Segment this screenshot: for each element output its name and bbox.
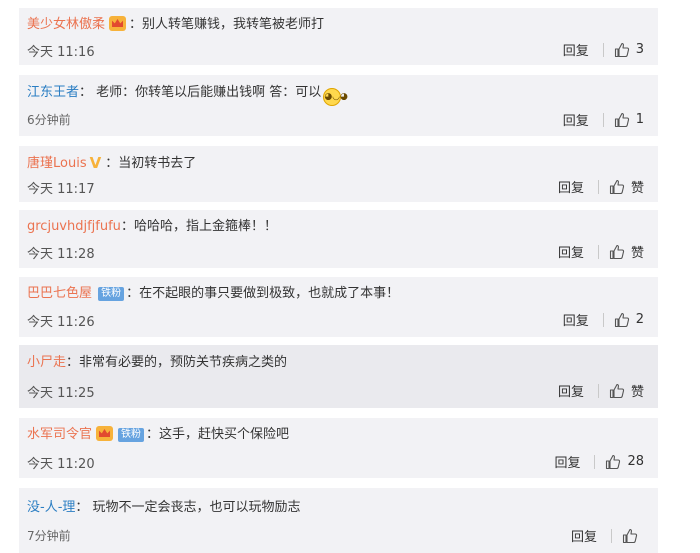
comment-card: 没-人-理： 玩物不一定会丧志，也可以玩物励志 7分钟前 回复 <box>19 488 658 553</box>
comment-line: grcjuvhdjfjfufu：哈哈哈，指上金箍棒！！ <box>27 218 277 236</box>
thumbs-up-icon[interactable] <box>609 179 625 195</box>
comment-line: 江东王者： 老师：你转笔以后能赚出钱啊 答：可以 ◕◡◕ <box>27 84 348 106</box>
like-count: 28 <box>627 454 644 469</box>
colon: ： <box>75 500 89 515</box>
fan-badge: 铁粉 <box>118 428 145 442</box>
divider <box>602 312 604 327</box>
comment-actions: 回复 3 <box>563 40 644 59</box>
comment-line: 水军司令官 铁粉 ：这手，赶快买个保险吧 <box>27 426 289 444</box>
like-count: 3 <box>635 42 644 57</box>
like-button-label[interactable]: 赞 <box>631 381 644 400</box>
crown-badge-icon <box>96 426 114 441</box>
comment-text: 哈哈哈，指上金箍棒！！ <box>133 219 277 234</box>
comment-card: 巴巴七色屋 铁粉 ：在不起眼的事只要做到极致，也就成了本事！ 今天 11:26 回… <box>19 277 658 337</box>
thumbs-up-icon[interactable] <box>614 112 630 128</box>
crown-badge-icon <box>109 16 127 31</box>
comment-card: 小尸走：非常有必要的，预防关节疾病之类的 今天 11:25 回复 赞 <box>19 345 658 408</box>
colon: ： <box>126 286 140 301</box>
comment-actions: 回复 赞 <box>558 177 644 196</box>
divider <box>597 179 599 194</box>
comment-actions: 回复 1 <box>563 110 644 129</box>
comment-time: 6分钟前 <box>27 113 71 127</box>
comment-card: grcjuvhdjfjfufu：哈哈哈，指上金箍棒！！ 今天 11:28 回复 … <box>19 210 658 268</box>
reply-button[interactable]: 回复 <box>571 526 597 545</box>
cat-face-emoji-icon: ◕◡◕ <box>323 88 348 106</box>
comment-text: 玩物不一定会丧志，也可以玩物励志 <box>92 500 301 515</box>
comment-username[interactable]: 没-人-理 <box>27 500 75 515</box>
comment-line: 美少女林傲柔 ：别人转笔赚钱，我转笔被老师打 <box>27 16 324 34</box>
comment-username[interactable]: 水军司令官 <box>27 427 92 442</box>
divider <box>594 454 596 469</box>
thumbs-up-icon[interactable] <box>605 454 621 470</box>
comment-actions: 回复 赞 <box>558 242 644 261</box>
comment-card: 水军司令官 铁粉 ：这手，赶快买个保险吧 今天 11:20 回复 28 <box>19 418 658 478</box>
like-count: 1 <box>635 112 644 127</box>
comment-actions: 回复 28 <box>554 452 644 471</box>
comment-actions: 回复 2 <box>563 310 644 329</box>
like-count: 2 <box>635 312 644 327</box>
divider <box>602 112 604 127</box>
reply-button[interactable]: 回复 <box>558 242 584 261</box>
comment-time: 7分钟前 <box>27 529 71 543</box>
like-button-label[interactable]: 赞 <box>631 177 644 196</box>
colon: ： <box>79 85 93 100</box>
colon: ： <box>105 156 119 171</box>
thumbs-up-icon[interactable] <box>622 528 638 544</box>
colon: ： <box>129 17 143 32</box>
reply-button[interactable]: 回复 <box>563 40 589 59</box>
fan-badge: 铁粉 <box>98 287 125 301</box>
like-button-label[interactable]: 赞 <box>631 242 644 261</box>
comment-card: 唐瑾Louis V ：当初转书去了 今天 11:17 回复 赞 <box>19 146 658 202</box>
comment-line: 小尸走：非常有必要的，预防关节疾病之类的 <box>27 354 287 372</box>
colon: ： <box>146 427 160 442</box>
comment-text: 别人转笔赚钱，我转笔被老师打 <box>142 17 325 32</box>
comment-username[interactable]: 唐瑾Louis <box>27 156 87 171</box>
thumbs-up-icon[interactable] <box>614 312 630 328</box>
thumbs-up-icon[interactable] <box>609 244 625 260</box>
colon: ： <box>120 219 134 234</box>
divider <box>597 244 599 259</box>
comment-line: 没-人-理： 玩物不一定会丧志，也可以玩物励志 <box>27 499 301 517</box>
comment-time: 今天 11:20 <box>27 457 95 472</box>
reply-button[interactable]: 回复 <box>558 381 584 400</box>
comment-time: 今天 11:26 <box>27 315 95 330</box>
comment-time: 今天 11:16 <box>27 45 95 60</box>
divider <box>611 528 612 543</box>
comment-actions: 回复 赞 <box>558 381 644 400</box>
comment-text: 在不起眼的事只要做到极致，也就成了本事！ <box>139 286 400 301</box>
comment-username[interactable]: 巴巴七色屋 <box>27 286 92 301</box>
comment-card: 美少女林傲柔 ：别人转笔赚钱，我转笔被老师打 今天 11:16 回复 3 <box>19 8 658 65</box>
comment-text: 非常有必要的，预防关节疾病之类的 <box>79 355 288 370</box>
thumbs-up-icon[interactable] <box>614 42 630 58</box>
divider <box>597 383 599 398</box>
comment-actions: 回复 <box>571 526 644 545</box>
reply-button[interactable]: 回复 <box>563 110 589 129</box>
colon: ： <box>66 355 80 370</box>
comment-time: 今天 11:28 <box>27 247 95 262</box>
reply-button[interactable]: 回复 <box>563 310 589 329</box>
verified-v-icon: V <box>89 154 102 172</box>
divider <box>602 42 604 57</box>
reply-button[interactable]: 回复 <box>554 452 580 471</box>
comment-text: 这手，赶快买个保险吧 <box>159 427 290 442</box>
comment-line: 唐瑾Louis V ：当初转书去了 <box>27 154 196 173</box>
comment-text: 当初转书去了 <box>118 156 197 171</box>
comment-text: 老师：你转笔以后能赚出钱啊 答：可以 <box>96 85 322 100</box>
comment-time: 今天 11:25 <box>27 386 95 401</box>
comment-username[interactable]: 美少女林傲柔 <box>27 17 105 32</box>
comment-username[interactable]: 小尸走 <box>27 355 66 370</box>
comment-username[interactable]: 江东王者 <box>27 85 79 100</box>
comment-time: 今天 11:17 <box>27 182 95 197</box>
comment-card: 江东王者： 老师：你转笔以后能赚出钱啊 答：可以 ◕◡◕ 6分钟前 回复 1 <box>19 75 658 136</box>
thumbs-up-icon[interactable] <box>609 383 625 399</box>
reply-button[interactable]: 回复 <box>558 177 584 196</box>
comment-line: 巴巴七色屋 铁粉 ：在不起眼的事只要做到极致，也就成了本事！ <box>27 285 399 303</box>
comment-username[interactable]: grcjuvhdjfjfufu <box>27 219 121 234</box>
